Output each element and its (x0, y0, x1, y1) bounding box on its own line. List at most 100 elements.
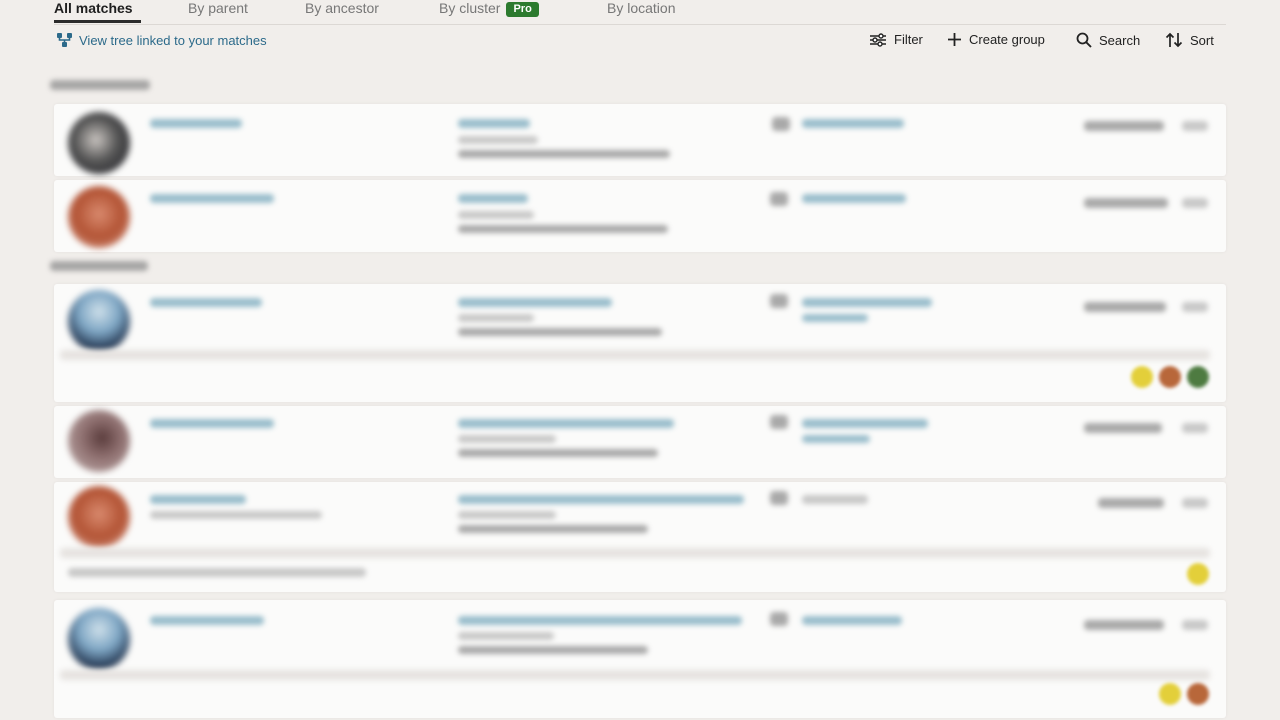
common-ancestor (458, 449, 658, 457)
shared-dna (458, 314, 534, 322)
avatar[interactable] (68, 486, 130, 548)
match-row[interactable] (54, 180, 1226, 252)
group-tag-dot[interactable] (1159, 366, 1181, 388)
tree-link[interactable] (802, 495, 868, 504)
shared-dna (458, 511, 556, 519)
tree-icon (56, 32, 73, 48)
common-ancestor (458, 525, 648, 533)
view-tree-link[interactable]: View tree linked to your matches (56, 32, 267, 48)
filter-sliders-icon (869, 32, 887, 47)
common-ancestor (458, 150, 670, 158)
tree-link[interactable] (802, 616, 902, 625)
tree-link[interactable] (802, 419, 928, 428)
group-tag-dot[interactable] (1187, 683, 1209, 705)
tree-link[interactable] (802, 119, 904, 128)
match-actions[interactable] (1084, 198, 1168, 208)
view-tree-label: View tree linked to your matches (79, 32, 267, 48)
more-options[interactable] (1182, 423, 1208, 433)
match-actions[interactable] (1084, 121, 1164, 131)
avatar[interactable] (68, 112, 130, 174)
pro-badge: Pro (506, 2, 539, 17)
match-name[interactable] (150, 194, 274, 203)
row-note (60, 548, 1210, 558)
match-actions[interactable] (1098, 498, 1164, 508)
tab-by-ancestor[interactable]: By ancestor (305, 0, 379, 17)
shared-dna (458, 435, 556, 443)
relationship (458, 495, 744, 504)
tab-label: By location (607, 0, 676, 16)
tab-label: By cluster (439, 0, 501, 16)
avatar[interactable] (68, 410, 130, 472)
match-name[interactable] (150, 616, 264, 625)
match-name[interactable] (150, 495, 246, 504)
tab-by-location[interactable]: By location (607, 0, 675, 17)
tree-badge (772, 117, 790, 131)
tree-badge (770, 612, 788, 626)
tab-by-parent[interactable]: By parent (188, 0, 248, 17)
tree-badge (770, 491, 788, 505)
match-row[interactable] (54, 482, 1226, 592)
more-options[interactable] (1182, 498, 1208, 508)
row-note (60, 350, 1210, 360)
group-header (50, 261, 148, 271)
avatar[interactable] (68, 290, 130, 352)
common-ancestor (458, 328, 662, 336)
match-row[interactable] (54, 406, 1226, 478)
tree-link[interactable] (802, 194, 906, 203)
group-tag-dot[interactable] (1131, 366, 1153, 388)
search-icon (1076, 32, 1092, 48)
match-row[interactable] (54, 104, 1226, 176)
match-row[interactable] (54, 284, 1226, 402)
relationship (458, 298, 612, 307)
match-name[interactable] (150, 419, 274, 428)
match-row[interactable] (54, 600, 1226, 718)
create-group-button[interactable]: Create group (947, 32, 1045, 47)
group-tag-dot[interactable] (1159, 683, 1181, 705)
tree-badge (770, 294, 788, 308)
tab-by-cluster[interactable]: By cluster Pro (439, 0, 539, 17)
more-options[interactable] (1182, 198, 1208, 208)
avatar[interactable] (68, 608, 130, 670)
tree-link[interactable] (802, 298, 932, 307)
tree-badge (770, 415, 788, 429)
relationship (458, 616, 742, 625)
shared-dna (458, 211, 534, 219)
tree-badge (770, 192, 788, 206)
match-note (68, 568, 366, 577)
group-tag-dot[interactable] (1187, 366, 1209, 388)
match-actions[interactable] (1084, 620, 1164, 630)
match-toolbar: View tree linked to your matches Filter … (54, 32, 1226, 52)
tab-label: By ancestor (305, 0, 379, 16)
more-options[interactable] (1182, 121, 1208, 131)
match-tabs: All matches By parent By ancestor By clu… (54, 0, 1226, 25)
common-ancestor (458, 225, 668, 233)
more-options[interactable] (1182, 302, 1208, 312)
sort-label: Sort (1190, 32, 1214, 48)
match-name[interactable] (150, 298, 262, 307)
match-name[interactable] (150, 119, 242, 128)
match-subtitle (150, 511, 322, 519)
plus-icon (947, 32, 962, 47)
avatar[interactable] (68, 186, 130, 248)
more-options[interactable] (1182, 620, 1208, 630)
filter-label: Filter (894, 32, 923, 47)
match-actions[interactable] (1084, 423, 1162, 433)
relationship (458, 119, 530, 128)
relationship (458, 194, 528, 203)
search-button[interactable]: Search (1076, 32, 1140, 48)
tree-link-secondary[interactable] (802, 314, 868, 322)
group-tag-dot[interactable] (1187, 563, 1209, 585)
group-header (50, 80, 150, 90)
filter-button[interactable]: Filter (869, 32, 923, 47)
tab-all-matches[interactable]: All matches (54, 0, 133, 17)
match-actions[interactable] (1084, 302, 1166, 312)
tab-label: By parent (188, 0, 248, 16)
sort-button[interactable]: Sort (1165, 32, 1214, 48)
tree-link-secondary[interactable] (802, 435, 870, 443)
search-label: Search (1099, 32, 1141, 48)
shared-dna (458, 632, 554, 640)
tab-label: All matches (54, 0, 133, 16)
sort-arrows-icon (1165, 32, 1183, 48)
row-note (60, 670, 1210, 680)
relationship (458, 419, 674, 428)
